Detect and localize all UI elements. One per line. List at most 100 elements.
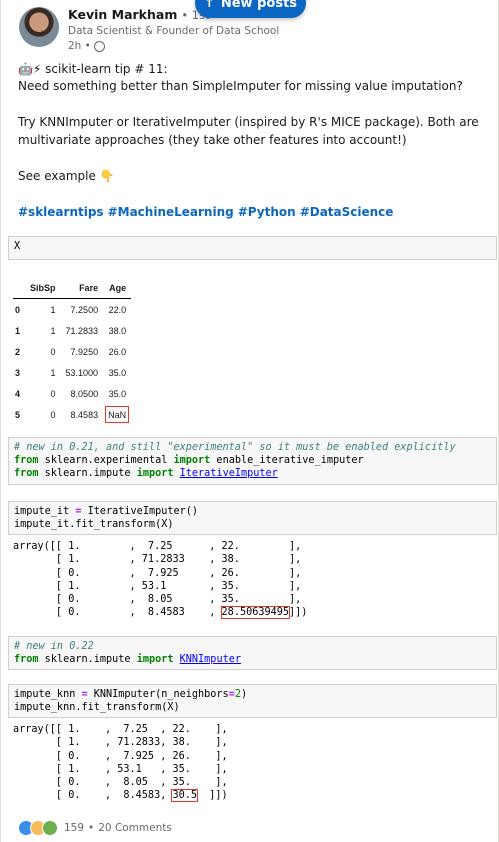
code-text: sklearn.impute	[38, 654, 137, 665]
code-keyword: from	[14, 654, 39, 665]
output-line: [ 0. , 8.05 , 35. ],	[13, 777, 228, 789]
post-meta: 2h •	[68, 40, 105, 52]
reaction-count[interactable]: 159	[64, 822, 84, 834]
code-text: KNNImputer(n_neighbors	[87, 689, 229, 700]
code-text: )	[240, 689, 248, 700]
table-row: 4 0 8.0500 35.0	[13, 383, 131, 404]
cell-fare: 71.2833	[65, 325, 99, 336]
imputed-value-highlight: 30.5	[171, 789, 198, 803]
output-line: [ 1. , 71.2833, 38. ],	[13, 737, 228, 749]
code-keyword: from	[14, 455, 39, 466]
globe-icon	[93, 40, 105, 52]
author-avatar[interactable]	[19, 7, 59, 47]
column-header: Fare	[60, 277, 104, 299]
code-name: KNNImputer	[179, 654, 241, 665]
cell-output: array([[ 1. , 7.25 , 22. ], [ 1. , 71.28…	[13, 540, 307, 620]
output-line: array([[ 1. , 7.25 , 22. ],	[13, 541, 302, 552]
cell-fare: 8.0500	[70, 388, 99, 399]
code-keyword: from	[14, 468, 39, 479]
code-text: X	[14, 241, 21, 252]
output-line: [ 1. , 53.1 , 35. ],	[13, 763, 228, 775]
output-line: [ 0. , 8.4583,	[13, 790, 173, 802]
code-name: IterativeImputer	[179, 468, 278, 479]
row-index: 5	[15, 409, 21, 420]
code-comment: # new in 0.21, and still "experimental" …	[14, 442, 456, 453]
table-row: 0 1 7.2500 22.0	[13, 299, 131, 321]
cell-sibsp: 0	[50, 409, 56, 420]
code-text: sklearn.impute	[38, 468, 137, 479]
post-text-line: 🤖⚡ scikit-learn tip # 11:	[18, 62, 168, 76]
column-header: SibSp	[25, 277, 61, 299]
support-reaction-icon	[42, 820, 58, 836]
row-index: 2	[15, 346, 21, 357]
cell-fare: 7.9250	[70, 346, 99, 357]
output-line: [ 0. , 7.925 , 26. ],	[13, 567, 302, 579]
cell-sibsp: 0	[50, 346, 56, 357]
code-cell: # new in 0.21, and still "experimental" …	[8, 437, 497, 485]
author-headline: Data Scientist & Founder of Data School	[68, 25, 280, 37]
cell-age: 22.0	[108, 304, 127, 315]
output-line: [ 0. , 8.4583 ,	[13, 607, 222, 619]
hashtag-link[interactable]: #sklearntips	[18, 205, 104, 219]
output-line: [ 1. , 71.2833 , 38. ],	[13, 554, 302, 566]
social-counts: 159 • 20 Comments	[18, 820, 172, 836]
post-text-line: Need something better than SimpleImputer…	[18, 79, 463, 93]
code-cell: X	[8, 236, 497, 260]
table-row: 2 0 7.9250 26.0	[13, 341, 131, 362]
output-line: ]])	[289, 607, 308, 619]
row-index: 3	[15, 367, 21, 378]
code-text: impute_knn	[14, 689, 82, 700]
code-cell: # new in 0.22 from sklearn.impute import…	[8, 636, 497, 670]
output-line: [ 1. , 53.1 , 35. ],	[13, 580, 302, 592]
cell-sibsp: 1	[50, 304, 56, 315]
code-text: sklearn.experimental	[38, 455, 174, 466]
author-line: Kevin Markham • 1st	[68, 7, 210, 22]
cell-sibsp: 1	[50, 325, 56, 336]
cell-age: 35.0	[108, 367, 127, 378]
hashtag-link[interactable]: #Python	[238, 205, 296, 219]
author-name[interactable]: Kevin Markham	[68, 7, 177, 22]
arrow-up-icon: ↑	[203, 0, 215, 11]
column-header: Age	[103, 277, 132, 299]
output-line: array([[ 1. , 7.25 , 22. ],	[13, 724, 228, 735]
code-comment: # new in 0.22	[14, 641, 94, 652]
feed-post-card: Kevin Markham • 1st Data Scientist & Fou…	[0, 0, 499, 842]
new-posts-button[interactable]: ↑ New posts	[195, 0, 306, 18]
post-text-line: multivariate approaches (they take other…	[18, 133, 407, 147]
cell-age: 35.0	[108, 388, 127, 399]
code-text: impute_it.fit_transform(X)	[14, 519, 174, 530]
cell-output: array([[ 1. , 7.25 , 22. ], [ 1. , 71.28…	[13, 723, 228, 803]
cell-age-missing: NaN	[103, 404, 131, 425]
code-text: impute_it	[14, 506, 76, 517]
code-text: enable_iterative_imputer	[210, 455, 364, 466]
cell-fare: 53.1000	[65, 367, 99, 378]
code-text: IterativeImputer()	[81, 506, 199, 517]
code-cell: impute_it = IterativeImputer() impute_it…	[8, 501, 497, 535]
cell-sibsp: 1	[50, 367, 56, 378]
hashtag-link[interactable]: #MachineLearning	[108, 205, 234, 219]
cell-fare: 8.4583	[70, 409, 99, 420]
code-keyword: import	[173, 455, 211, 466]
post-time: 2h •	[68, 40, 91, 52]
table-row: 3 1 53.1000 35.0	[13, 362, 131, 383]
table-row: 1 1 71.2833 38.0	[13, 320, 131, 341]
hashtag-link[interactable]: #DataScience	[300, 205, 394, 219]
code-keyword: import	[136, 468, 174, 479]
output-line: ]])	[197, 790, 228, 802]
code-cell: impute_knn = KNNImputer(n_neighbors=2) i…	[8, 684, 497, 718]
new-posts-label: New posts	[220, 0, 298, 11]
table-header-row: SibSp Fare Age	[13, 277, 132, 299]
index-header	[13, 277, 26, 299]
post-text-line: See example 👇	[18, 169, 115, 183]
cell-age: 26.0	[108, 346, 127, 357]
hashtags: #sklearntips #MachineLearning #Python #Data…	[18, 205, 397, 219]
row-index: 0	[15, 304, 21, 315]
cell-sibsp: 0	[50, 388, 56, 399]
comments-count[interactable]: 20 Comments	[98, 822, 172, 834]
cell-fare: 7.2500	[70, 304, 99, 315]
code-text: impute_knn.fit_transform(X)	[14, 702, 180, 713]
output-line: [ 0. , 7.925 , 26. ],	[13, 750, 228, 762]
table-row: 5 0 8.4583 NaN	[13, 404, 131, 425]
cell-age: 38.0	[108, 325, 127, 336]
output-line: [ 0. , 8.05 , 35. ],	[13, 594, 302, 606]
